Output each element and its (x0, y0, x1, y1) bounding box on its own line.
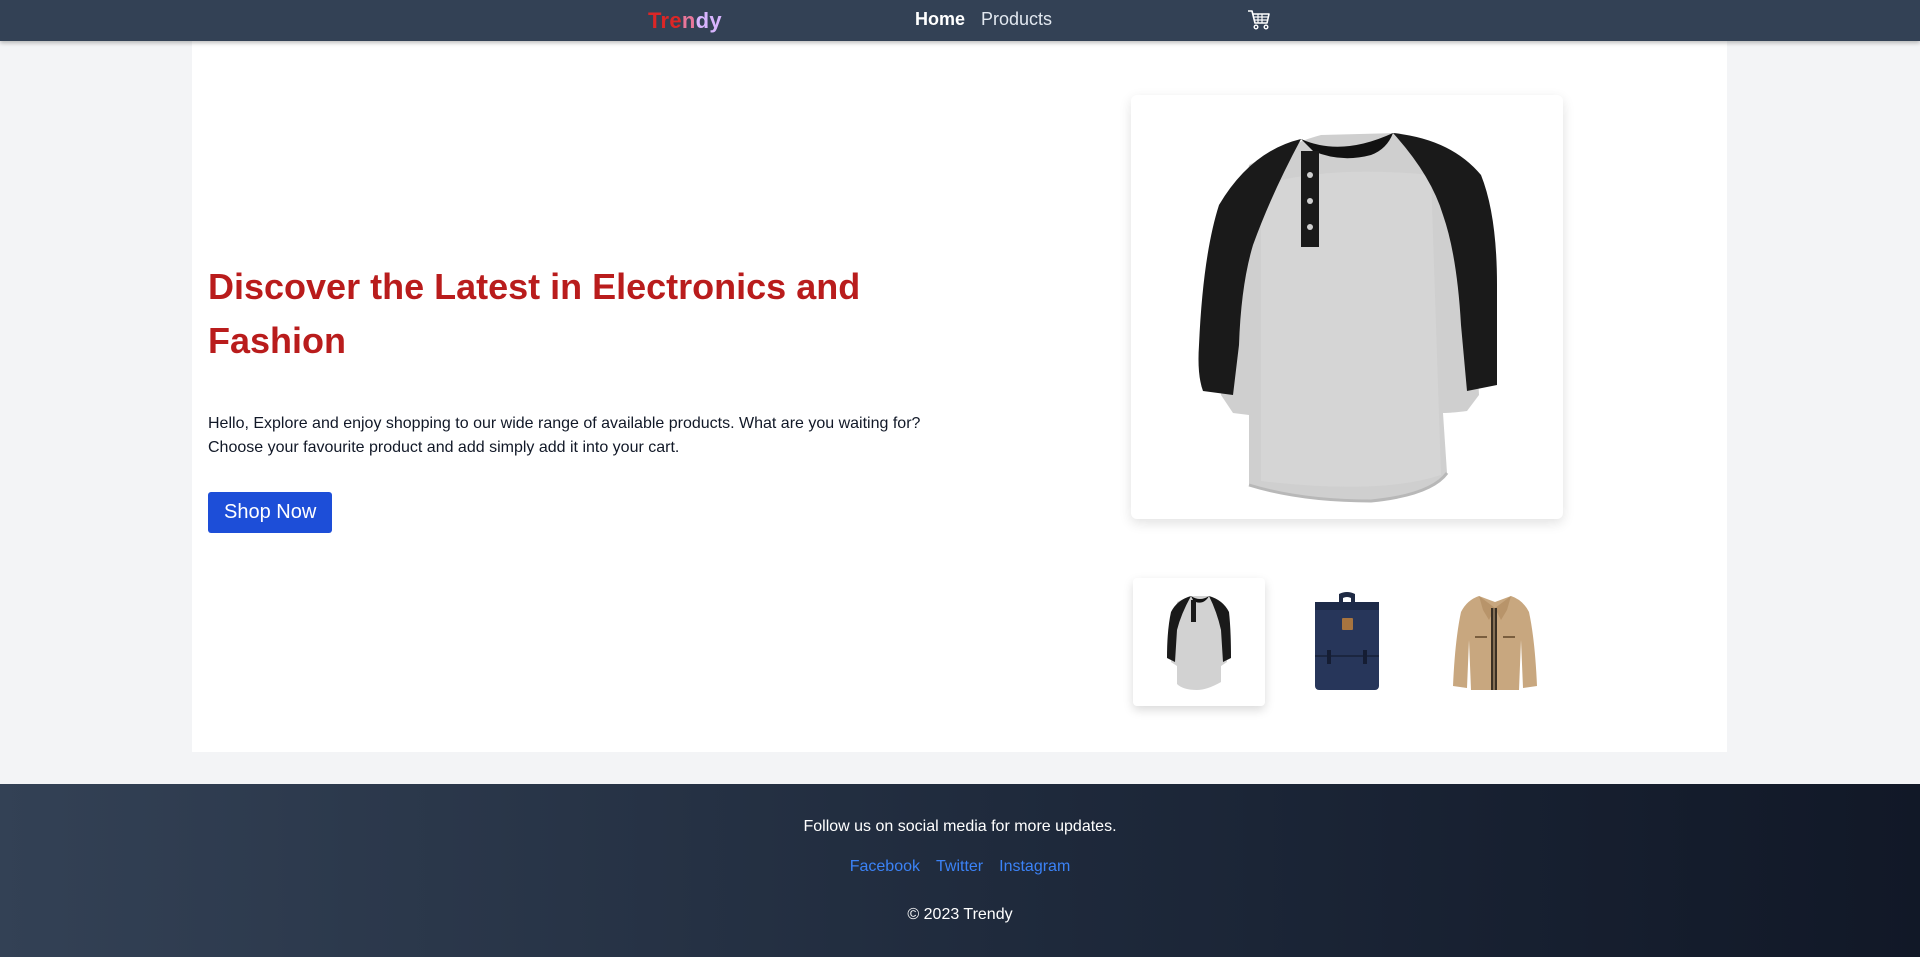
raglan-shirt-image (1198, 133, 1497, 503)
jacket-thumbnail (1453, 596, 1537, 690)
brand-logo[interactable]: Trendy (648, 8, 722, 34)
footer-tagline: Follow us on social media for more updat… (803, 818, 1117, 835)
brand-text-part: Tre (648, 8, 682, 33)
hero-text: Discover the Latest in Electronics and F… (208, 260, 928, 533)
raglan-shirt-thumbnail (1167, 596, 1231, 690)
navbar: Trendy Home Products (0, 0, 1920, 41)
hero-title: Discover the Latest in Electronics and F… (208, 266, 861, 361)
nav-link-home[interactable]: Home (915, 9, 965, 30)
copyright-text: © 2023 Trendy (907, 906, 1013, 923)
footer: Follow us on social media for more updat… (0, 784, 1920, 957)
nav-link-products[interactable]: Products (981, 9, 1052, 30)
thumbnail-list (1133, 578, 1561, 706)
facebook-link[interactable]: Facebook (850, 858, 920, 876)
social-links: Facebook Twitter Instagram (0, 858, 1920, 876)
thumbnail-jacket[interactable] (1429, 578, 1561, 706)
thumbnail-shirt[interactable] (1133, 578, 1265, 706)
nav-links: Home Products (915, 9, 1052, 30)
main-product-image (1131, 95, 1563, 519)
hero-section: Discover the Latest in Electronics and F… (192, 41, 1727, 752)
brand-text-part: n (681, 8, 696, 33)
backpack-thumbnail (1315, 592, 1379, 690)
cart-icon[interactable] (1247, 9, 1271, 31)
thumbnail-backpack[interactable] (1281, 578, 1413, 706)
twitter-link[interactable]: Twitter (936, 858, 983, 876)
shop-now-button[interactable]: Shop Now (208, 492, 333, 533)
hero-description: Hello, Explore and enjoy shopping to our… (208, 415, 921, 456)
brand-text-part: dy (695, 8, 722, 33)
instagram-link[interactable]: Instagram (999, 858, 1070, 876)
